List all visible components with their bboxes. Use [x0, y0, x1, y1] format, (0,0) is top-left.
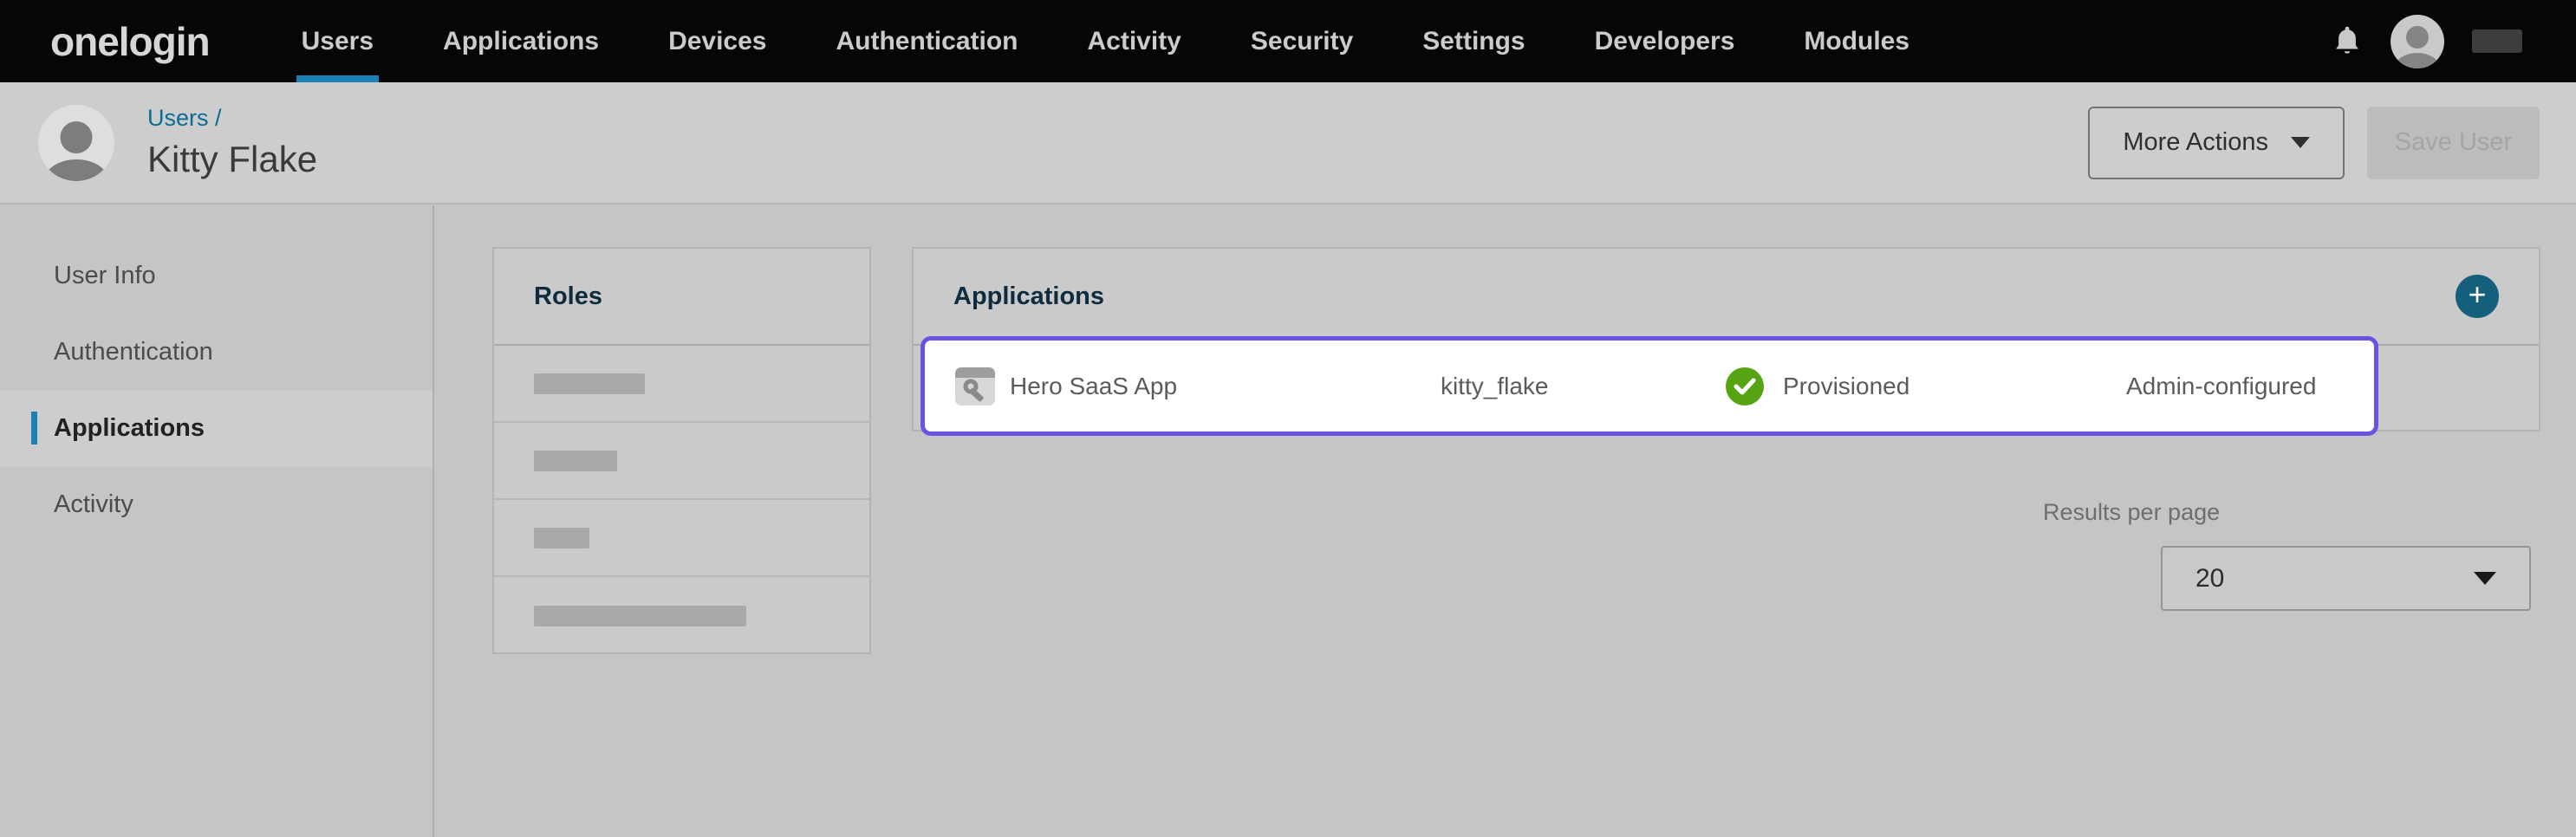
nav-item-modules[interactable]: Modules: [1804, 0, 1909, 82]
nav-right-tools: [2332, 15, 2576, 68]
app-window-wrench-icon: [955, 367, 995, 406]
sidebar-item-authentication[interactable]: Authentication: [0, 314, 433, 390]
nav-item-activity[interactable]: Activity: [1088, 0, 1181, 82]
nav-item-settings[interactable]: Settings: [1422, 0, 1525, 82]
more-actions-label: More Actions: [2123, 128, 2268, 157]
user-section-sidebar: User Info Authentication Applications Ac…: [0, 205, 434, 837]
page-title: Kitty Flake: [147, 139, 317, 180]
onelogin-admin-screen: onelogin Users Applications Devices Auth…: [0, 0, 2576, 837]
nav-item-security[interactable]: Security: [1251, 0, 1353, 82]
role-name-redacted: [534, 451, 617, 471]
role-name-redacted: [534, 528, 589, 548]
save-user-button[interactable]: Save User: [2367, 107, 2540, 179]
user-heading: Users / Kitty Flake: [147, 105, 317, 180]
breadcrumb-users-link[interactable]: Users /: [147, 105, 317, 132]
notifications-bell-icon[interactable]: [2332, 24, 2363, 59]
provisioning-status: Provisioned: [1726, 367, 1909, 406]
nav-item-devices[interactable]: Devices: [668, 0, 766, 82]
more-actions-button[interactable]: More Actions: [2088, 107, 2345, 179]
role-row[interactable]: [494, 500, 869, 577]
role-name-redacted: [534, 373, 645, 394]
nav-item-developers[interactable]: Developers: [1595, 0, 1735, 82]
nav-item-users[interactable]: Users: [302, 0, 374, 82]
provisioning-status-label: Provisioned: [1783, 373, 1909, 400]
results-per-page-select[interactable]: 20: [2161, 546, 2531, 611]
nav-item-authentication[interactable]: Authentication: [836, 0, 1018, 82]
application-name: Hero SaaS App: [1010, 373, 1177, 400]
user-avatar: [38, 105, 114, 181]
add-application-button[interactable]: +: [2456, 275, 2499, 318]
page-header: Users / Kitty Flake More Actions Save Us…: [0, 82, 2576, 204]
roles-card-title: Roles: [494, 249, 869, 346]
account-name-redacted: [2472, 29, 2522, 53]
nav-item-applications[interactable]: Applications: [443, 0, 599, 82]
results-per-page-label: Results per page: [2043, 499, 2220, 526]
applications-panel-title: Applications: [953, 282, 1104, 311]
role-row[interactable]: [494, 346, 869, 423]
sidebar-item-user-info[interactable]: User Info: [0, 237, 433, 314]
results-per-page-value: 20: [2195, 564, 2224, 594]
header-actions: More Actions Save User: [2088, 107, 2576, 179]
sidebar-item-activity[interactable]: Activity: [0, 466, 433, 542]
onelogin-logo[interactable]: onelogin: [50, 18, 210, 65]
account-avatar[interactable]: [2391, 15, 2444, 68]
application-row-hero-saas-app[interactable]: Hero SaaS App kitty_flake Provisioned Ad…: [920, 336, 2378, 436]
role-row[interactable]: [494, 423, 869, 500]
sidebar-item-applications[interactable]: Applications: [0, 390, 433, 466]
roles-card: Roles: [492, 247, 871, 654]
nav-menu: Users Applications Devices Authenticatio…: [302, 0, 1909, 82]
chevron-down-icon: [2291, 137, 2310, 148]
top-nav: onelogin Users Applications Devices Auth…: [0, 0, 2576, 82]
application-username: kitty_flake: [1441, 373, 1549, 400]
select-caret-icon: [2474, 572, 2496, 585]
provisioned-check-icon: [1726, 367, 1764, 406]
role-name-redacted: [534, 606, 746, 626]
role-row[interactable]: [494, 577, 869, 654]
provisioning-type-label: Admin-configured: [2126, 373, 2316, 400]
